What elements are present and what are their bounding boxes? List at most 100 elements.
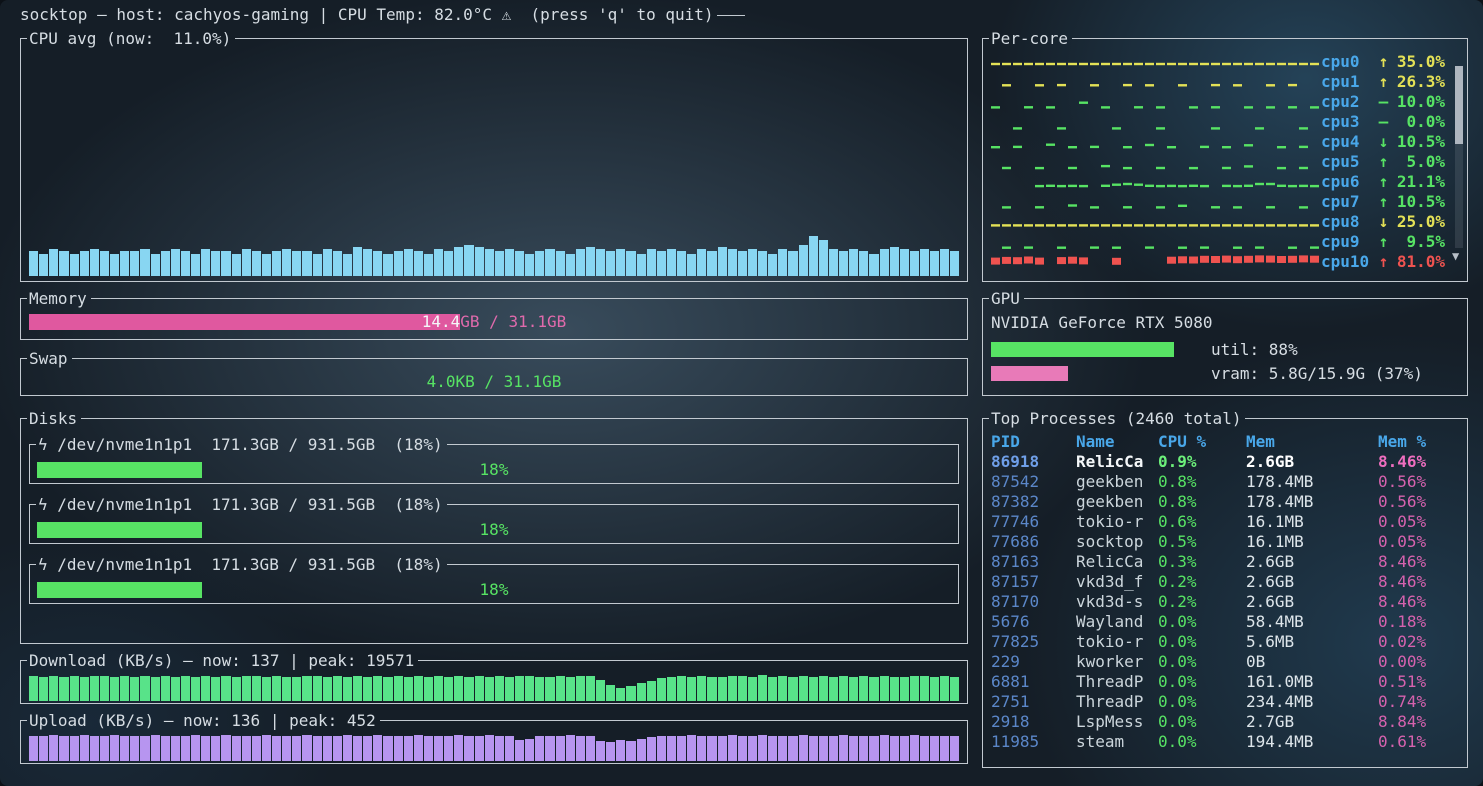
process-pid: 87382: [991, 492, 1076, 512]
chart-bar: [910, 735, 919, 761]
cpu-core-percent: 10.5%: [1391, 132, 1445, 152]
chart-bar: [556, 736, 565, 761]
cpu-core-label: cpu5↑5.0%: [1321, 152, 1445, 172]
process-mem: 161.0MB: [1246, 672, 1378, 692]
process-row[interactable]: 87163RelicCa0.3%2.6GB8.46%: [991, 552, 1459, 572]
process-row[interactable]: 229kworker0.0%0B0.00%: [991, 652, 1459, 672]
process-mem: 2.6GB: [1246, 592, 1378, 612]
chart-bar: [576, 249, 585, 276]
chart-bar: [890, 736, 899, 761]
upload-panel-header: Upload (KB/s) — now: 136 | peak: 452: [20, 712, 968, 729]
chart-bar: [535, 251, 544, 276]
gauge-label-inverse: 18%: [37, 580, 202, 600]
process-row[interactable]: 77686socktop0.5%16.1MB0.05%: [991, 532, 1459, 552]
chart-bar: [545, 249, 554, 276]
cpu-core-row: cpu10↑81.0%: [991, 252, 1445, 272]
chart-bar: [809, 736, 818, 761]
chart-bar: [100, 251, 109, 276]
process-pid: 11985: [991, 732, 1076, 752]
chart-bar: [100, 676, 109, 701]
chart-bar: [29, 251, 38, 276]
chart-bar: [637, 739, 646, 761]
chart-bar: [191, 254, 200, 276]
scrollbar-thumb[interactable]: [1455, 66, 1463, 144]
top-processes-title: Top Processes (2460 total): [989, 409, 1245, 429]
column-header-memp: Mem %: [1378, 432, 1459, 452]
cpu-core-label: cpu1↑26.3%: [1321, 72, 1445, 92]
chart-bar: [475, 247, 484, 276]
gpu-panel: GPU NVIDIA GeForce RTX 5080 util: 88% vr…: [982, 290, 1468, 396]
chart-bar: [232, 254, 241, 276]
process-row[interactable]: 87170vkd3d-s0.2%2.6GB8.46%: [991, 592, 1459, 612]
chart-bar: [626, 251, 635, 276]
process-row[interactable]: 87157vkd3d_f0.2%2.6GB8.46%: [991, 572, 1459, 592]
process-row[interactable]: 6881ThreadP0.0%161.0MB0.51%: [991, 672, 1459, 692]
process-mem-percent: 8.46%: [1378, 452, 1459, 472]
cpu-core-percent: 5.0%: [1391, 152, 1445, 172]
chart-bar: [657, 736, 666, 761]
cpu-core-row: cpu1↑26.3%: [991, 72, 1445, 92]
chart-bar: [788, 251, 797, 276]
chart-bar: [849, 677, 858, 701]
process-mem: 5.6MB: [1246, 632, 1378, 652]
process-row[interactable]: 87542geekben0.8%178.4MB0.56%: [991, 472, 1459, 492]
cpu-core-row: cpu6↑21.1%: [991, 172, 1445, 192]
cpu-core-row: cpu2–10.0%: [991, 92, 1445, 112]
chart-bar: [151, 254, 160, 276]
gpu-util-row: util: 88%: [991, 340, 1459, 359]
chart-bar: [748, 677, 757, 701]
chart-bar: [687, 735, 696, 761]
process-name: geekben: [1076, 472, 1158, 492]
chart-bar: [353, 676, 362, 701]
cpu-sparkline: [991, 193, 1321, 211]
process-row[interactable]: 5676Wayland0.0%58.4MB0.18%: [991, 612, 1459, 632]
gauge-label-inverse: 18%: [37, 460, 202, 480]
cpu-core-percent: 0.0%: [1391, 112, 1445, 132]
chart-bar: [414, 735, 423, 761]
chart-bar: [80, 677, 89, 701]
process-row[interactable]: 77825tokio-r0.0%5.6MB0.02%: [991, 632, 1459, 652]
process-row[interactable]: 87382geekben0.8%178.4MB0.56%: [991, 492, 1459, 512]
cpu-core-label: cpu0↑35.0%: [1321, 52, 1445, 72]
gauge-label: 4.0KB / 31.1GB: [29, 372, 959, 392]
chart-bar: [829, 677, 838, 701]
chart-bar: [120, 736, 129, 761]
chart-bar: [130, 736, 139, 761]
cpu-core-percent: 10.0%: [1391, 92, 1445, 112]
process-row[interactable]: 2751ThreadP0.0%234.4MB0.74%: [991, 692, 1459, 712]
process-row[interactable]: 2918LspMess0.0%2.7GB8.84%: [991, 712, 1459, 732]
chart-bar: [343, 677, 352, 701]
chart-bar: [333, 251, 342, 276]
chart-bar: [758, 675, 767, 701]
cpu-core-row: cpu9↑9.5%: [991, 232, 1445, 252]
chart-bar: [728, 735, 737, 761]
cpu-trend-icon: ↑: [1376, 72, 1391, 92]
process-pid: 5676: [991, 612, 1076, 632]
scroll-down-icon[interactable]: ▼: [1452, 246, 1459, 266]
process-mem-percent: 8.46%: [1378, 552, 1459, 572]
process-row[interactable]: 77746tokio-r0.6%16.1MB0.05%: [991, 512, 1459, 532]
chart-bar: [404, 249, 413, 276]
process-row[interactable]: 11985steam0.0%194.4MB0.61%: [991, 732, 1459, 752]
per-core-scrollbar[interactable]: ▼: [1455, 66, 1463, 262]
cpu-core-percent: 25.0%: [1391, 212, 1445, 232]
process-pid: 77825: [991, 632, 1076, 652]
process-cpu: 0.5%: [1158, 532, 1246, 552]
chart-bar: [900, 249, 909, 276]
chart-bar: [475, 676, 484, 701]
chart-bar: [29, 736, 38, 761]
chart-bar: [394, 251, 403, 276]
chart-bar: [768, 677, 777, 701]
process-cpu: 0.0%: [1158, 612, 1246, 632]
chart-bar: [444, 251, 453, 276]
process-row[interactable]: 86918RelicCa0.9%2.6GB8.46%: [991, 452, 1459, 472]
chart-bar: [799, 676, 808, 701]
chart-bar: [151, 735, 160, 761]
chart-bar: [363, 736, 372, 761]
chart-bar: [606, 685, 615, 701]
chart-bar: [201, 736, 210, 761]
chart-bar: [616, 249, 625, 276]
chart-bar: [900, 736, 909, 761]
chart-bar: [39, 254, 48, 276]
process-mem: 2.6GB: [1246, 552, 1378, 572]
